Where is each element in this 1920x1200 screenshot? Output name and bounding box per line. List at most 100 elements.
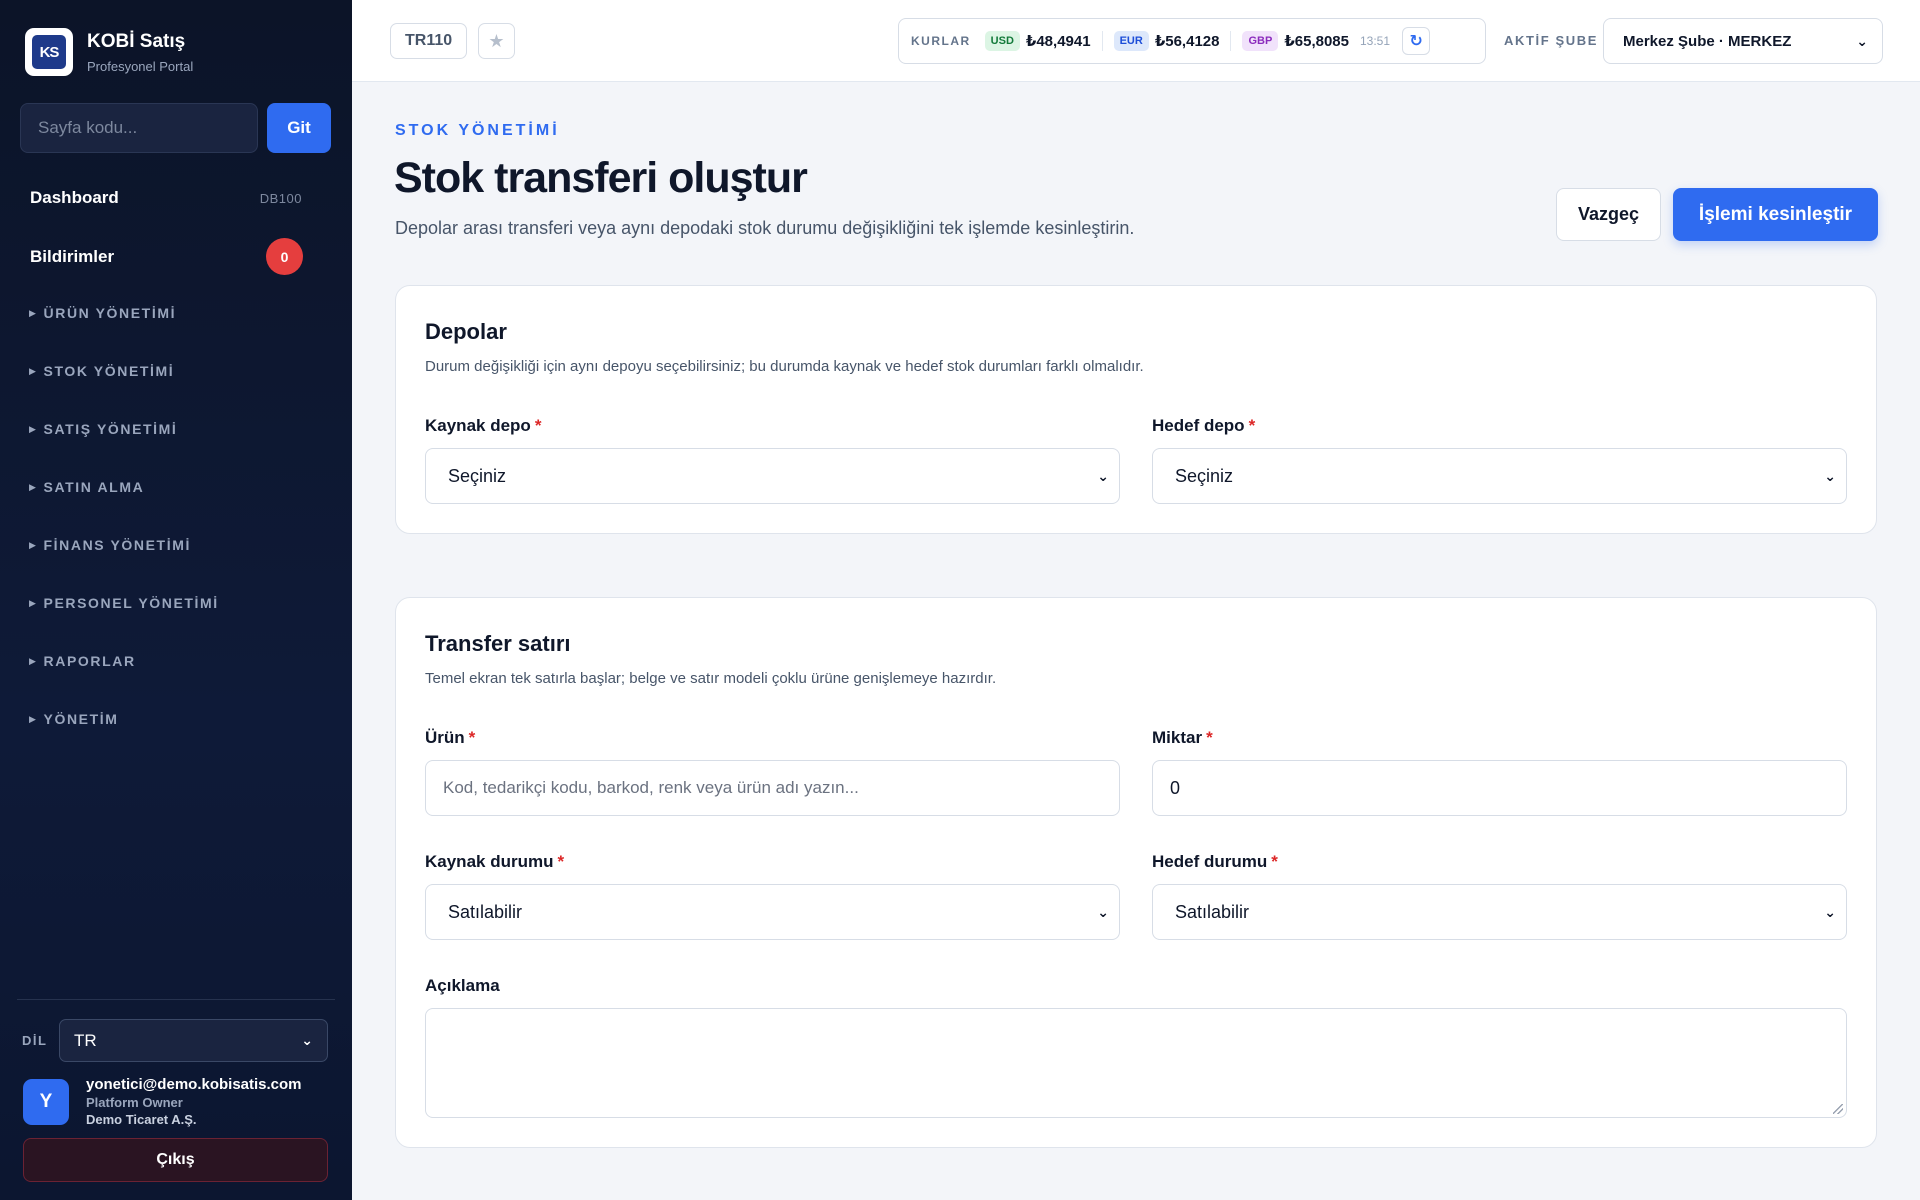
caret-right-icon: ▶ bbox=[29, 597, 38, 608]
chevron-down-icon: ⌄ bbox=[1824, 903, 1836, 920]
sidebar-item-dashboard[interactable]: Dashboard DB100 bbox=[30, 188, 302, 208]
star-icon: ★ bbox=[488, 30, 505, 51]
favorite-button[interactable]: ★ bbox=[478, 23, 515, 59]
quantity-label: Miktar * bbox=[1152, 728, 1213, 747]
sidebar-group-satin-alma[interactable]: ▶ SATIN ALMA bbox=[29, 479, 144, 495]
required-mark: * bbox=[557, 852, 565, 871]
source-status-select[interactable]: Satılabilir ⌄ bbox=[425, 884, 1120, 940]
source-status-label: Kaynak durumu * bbox=[425, 852, 565, 871]
chevron-down-icon: ⌄ bbox=[1097, 467, 1109, 484]
active-branch-select[interactable]: Merkez Şube · MERKEZ ⌄ bbox=[1603, 18, 1883, 64]
target-warehouse-label: Hedef depo * bbox=[1152, 416, 1256, 435]
exchange-rates: KURLAR USD ₺48,4941 EUR ₺56,4128 GBP ₺65… bbox=[898, 18, 1486, 64]
commit-button[interactable]: İşlemi kesinleştir bbox=[1673, 188, 1878, 241]
transfer-line-description: Temel ekran tek satırla başlar; belge ve… bbox=[425, 670, 997, 687]
cancel-button[interactable]: Vazgeç bbox=[1556, 188, 1661, 241]
usd-rate: ₺48,4941 bbox=[1025, 33, 1091, 50]
warehouses-title: Depolar bbox=[425, 319, 507, 344]
target-warehouse-value: Seçiniz bbox=[1175, 465, 1234, 486]
user-company: Demo Ticaret A.Ş. bbox=[86, 1112, 197, 1127]
note-textarea[interactable] bbox=[425, 1008, 1847, 1118]
page-code-input[interactable] bbox=[20, 103, 258, 153]
product-search-input[interactable] bbox=[425, 760, 1120, 816]
source-status-value: Satılabilir bbox=[448, 901, 523, 922]
brand-subtitle: Profesyonel Portal bbox=[87, 58, 194, 74]
required-mark: * bbox=[1271, 852, 1278, 871]
sidebar-group-label: YÖNETİM bbox=[43, 711, 119, 727]
brand[interactable]: KS KOBİ Satış Profesyonel Portal bbox=[25, 28, 193, 76]
eur-badge: EUR bbox=[1113, 31, 1149, 51]
resize-handle[interactable] bbox=[1833, 1104, 1843, 1114]
gbp-badge: GBP bbox=[1242, 31, 1279, 51]
refresh-rates-button[interactable]: ↻ bbox=[1402, 27, 1431, 55]
language-select[interactable]: TR ⌄ bbox=[59, 1019, 328, 1062]
sidebar-group-label: SATIŞ YÖNETİMİ bbox=[43, 421, 178, 437]
page-title: Stok transferi oluştur bbox=[394, 154, 808, 202]
go-button[interactable]: Git bbox=[267, 103, 331, 153]
sidebar-group-label: PERSONEL YÖNETİMİ bbox=[43, 595, 219, 611]
required-mark: * bbox=[468, 728, 476, 747]
language-value: TR bbox=[74, 1030, 97, 1050]
sidebar: KS KOBİ Satış Profesyonel Portal Git Das… bbox=[0, 0, 352, 1200]
target-status-value: Satılabilir bbox=[1175, 901, 1250, 922]
source-warehouse-value: Seçiniz bbox=[448, 465, 507, 486]
sidebar-group-label: STOK YÖNETİMİ bbox=[43, 363, 175, 379]
page-code-search: Git bbox=[20, 103, 331, 153]
sidebar-item-notifications[interactable]: Bildirimler 0 bbox=[30, 238, 303, 275]
chevron-down-icon: ⌄ bbox=[1824, 467, 1836, 484]
sidebar-group-stok-yonetimi[interactable]: ▶ STOK YÖNETİMİ bbox=[29, 363, 174, 379]
brand-logo: KS bbox=[25, 28, 73, 76]
transfer-line-card: Transfer satırı Temel ekran tek satırla … bbox=[395, 597, 1877, 1148]
note-label: Açıklama bbox=[425, 976, 500, 995]
sidebar-group-yonetim[interactable]: ▶ YÖNETİM bbox=[29, 711, 119, 727]
quantity-input[interactable] bbox=[1152, 760, 1847, 816]
sidebar-group-satis-yonetimi[interactable]: ▶ SATIŞ YÖNETİMİ bbox=[29, 421, 177, 437]
required-mark: * bbox=[1206, 728, 1213, 747]
avatar: Y bbox=[23, 1078, 69, 1125]
source-warehouse-select[interactable]: Seçiniz ⌄ bbox=[425, 448, 1120, 504]
language-label: DİL bbox=[22, 1033, 48, 1048]
sidebar-group-finans-yonetimi[interactable]: ▶ FİNANS YÖNETİMİ bbox=[29, 537, 191, 553]
user-profile: Y yonetici@demo.kobisatis.com Platform O… bbox=[23, 1076, 302, 1127]
logout-button[interactable]: Çıkış bbox=[23, 1138, 328, 1182]
caret-right-icon: ▶ bbox=[29, 423, 38, 434]
caret-right-icon: ▶ bbox=[29, 539, 38, 550]
sidebar-group-personel-yonetimi[interactable]: ▶ PERSONEL YÖNETİMİ bbox=[29, 595, 219, 611]
notification-count-badge: 0 bbox=[266, 238, 303, 275]
brand-logo-mark: KS bbox=[32, 35, 66, 69]
target-status-select[interactable]: Satılabilir ⌄ bbox=[1152, 884, 1847, 940]
rate-divider bbox=[1101, 31, 1103, 51]
brand-name: KOBİ Satış bbox=[87, 30, 186, 52]
user-email: yonetici@demo.kobisatis.com bbox=[86, 1076, 302, 1093]
target-warehouse-select[interactable]: Seçiniz ⌄ bbox=[1152, 448, 1847, 504]
caret-right-icon: ▶ bbox=[29, 307, 38, 318]
language-row: DİL TR ⌄ bbox=[22, 1019, 328, 1062]
sidebar-group-urun-yonetimi[interactable]: ▶ ÜRÜN YÖNETİMİ bbox=[29, 305, 176, 321]
required-mark: * bbox=[1248, 416, 1256, 435]
sidebar-group-label: RAPORLAR bbox=[43, 653, 136, 669]
target-status-label: Hedef durumu * bbox=[1152, 852, 1278, 871]
sidebar-group-label: ÜRÜN YÖNETİMİ bbox=[43, 305, 177, 321]
rates-timestamp: 13:51 bbox=[1360, 34, 1391, 48]
required-mark: * bbox=[534, 416, 542, 435]
page-code-badge: TR110 bbox=[390, 23, 468, 59]
usd-badge: USD bbox=[984, 31, 1020, 51]
topbar: TR110 ★ KURLAR USD ₺48,4941 EUR ₺56,4128… bbox=[352, 0, 1920, 82]
sidebar-item-label: Dashboard bbox=[30, 188, 119, 207]
active-branch-label: AKTİF ŞUBE bbox=[1504, 33, 1598, 48]
sidebar-item-code: DB100 bbox=[259, 190, 302, 206]
transfer-line-title: Transfer satırı bbox=[425, 631, 571, 656]
gbp-rate: ₺65,8085 bbox=[1284, 33, 1349, 50]
section-tag: STOK YÖNETİMİ bbox=[395, 122, 560, 139]
chevron-down-icon: ⌄ bbox=[301, 1032, 313, 1048]
sidebar-group-raporlar[interactable]: ▶ RAPORLAR bbox=[29, 653, 136, 669]
user-role: Platform Owner bbox=[86, 1095, 183, 1110]
active-branch-value: Merkez Şube · MERKEZ bbox=[1623, 32, 1792, 50]
sidebar-divider bbox=[17, 999, 335, 1000]
warehouses-card: Depolar Durum değişikliği için aynı depo… bbox=[395, 285, 1877, 534]
page-description: Depolar arası transferi veya aynı depoda… bbox=[395, 218, 1135, 238]
sidebar-group-label: FİNANS YÖNETİMİ bbox=[43, 537, 191, 553]
rates-label: KURLAR bbox=[911, 34, 971, 48]
chevron-down-icon: ⌄ bbox=[1856, 32, 1868, 49]
product-label: Ürün * bbox=[425, 728, 476, 747]
